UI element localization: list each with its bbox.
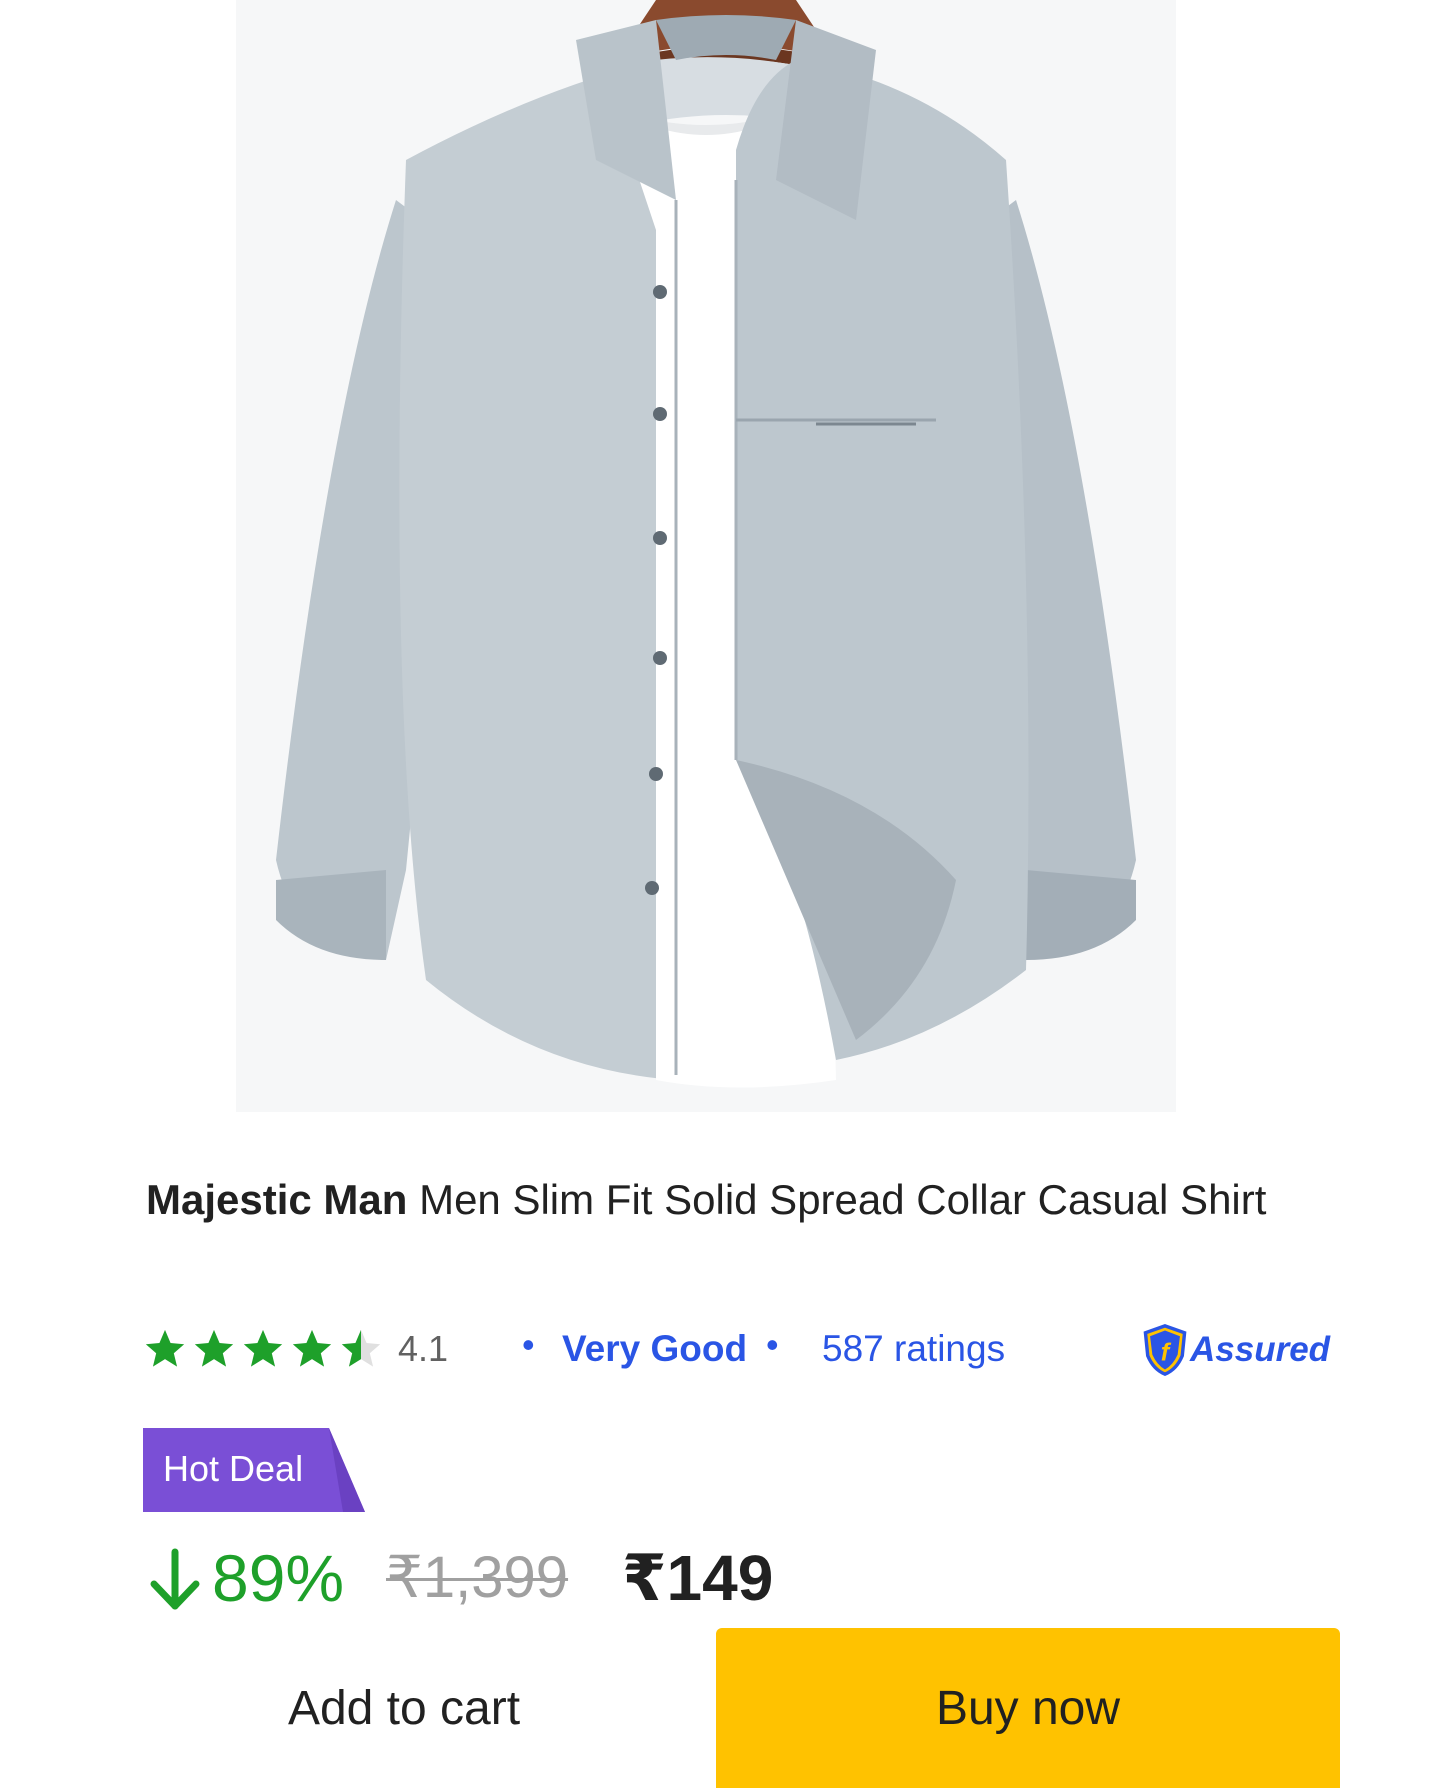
arrow-down-icon — [150, 1548, 200, 1610]
brand-name: Majestic Man — [146, 1176, 408, 1223]
assured-badge: f Assured — [1142, 1322, 1330, 1378]
original-price: ₹1,399 — [386, 1545, 569, 1610]
rating-row[interactable]: 4.1 • Very Good • 587 ratings f Assured — [142, 1322, 1330, 1378]
star-icon — [243, 1329, 283, 1367]
product-title: Majestic Man Men Slim Fit Solid Spread C… — [146, 1156, 1296, 1244]
shirt-illustration — [236, 0, 1176, 1112]
hot-deal-label: Hot Deal — [163, 1448, 304, 1489]
star-half-icon — [341, 1329, 381, 1367]
product-info-card: Majestic Man Men Slim Fit Solid Spread C… — [96, 1136, 1340, 1406]
shield-f-icon: f — [1143, 1324, 1187, 1377]
buy-now-button[interactable]: Buy now — [716, 1628, 1340, 1788]
star-icon — [292, 1329, 332, 1367]
rating-label: Very Good — [562, 1328, 748, 1369]
price-row: 89% ₹1,399 ₹149 — [148, 1538, 1048, 1618]
separator-dot: • — [766, 1324, 779, 1365]
product-page: Majestic Man Men Slim Fit Solid Spread C… — [0, 0, 1440, 1788]
star-icon — [145, 1329, 185, 1367]
separator-dot: • — [522, 1324, 535, 1365]
product-image[interactable] — [236, 0, 1176, 1112]
discount-percent: 89% — [212, 1541, 345, 1615]
rating-count[interactable]: 587 ratings — [822, 1328, 1005, 1370]
rating-stars — [142, 1326, 387, 1374]
product-name: Men Slim Fit Solid Spread Collar Casual … — [407, 1176, 1267, 1223]
hot-deal-badge: Hot Deal — [143, 1428, 365, 1512]
rating-value: 4.1 — [398, 1328, 449, 1369]
add-to-cart-button[interactable]: Add to cart — [140, 1628, 668, 1788]
assured-label: Assured — [1190, 1330, 1331, 1369]
star-icon — [194, 1329, 234, 1367]
selling-price: ₹149 — [622, 1542, 774, 1614]
